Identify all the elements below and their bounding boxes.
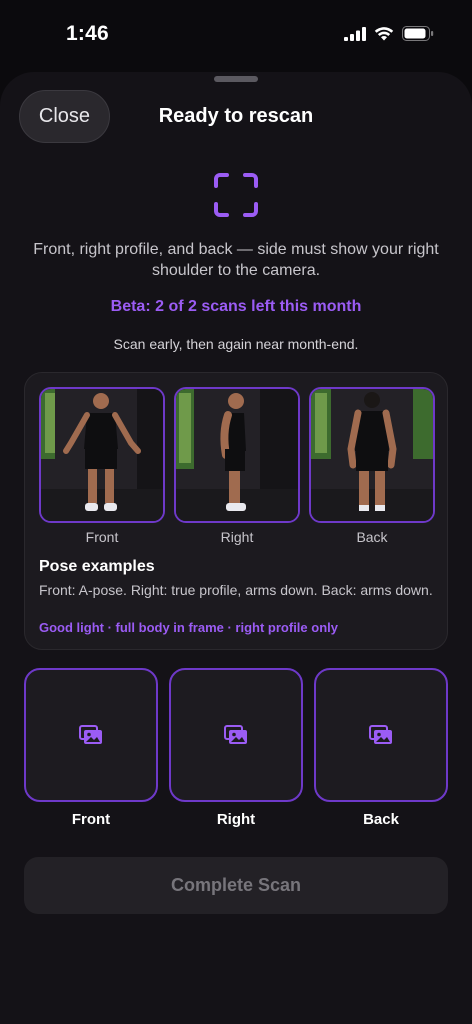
image-icon	[224, 725, 247, 744]
status-bar: 1:46	[0, 0, 472, 70]
pose-examples-text: Front: A-pose. Right: true profile, arms…	[39, 582, 433, 598]
pose-example-front-image	[39, 387, 165, 523]
sheet-grabber[interactable]	[214, 76, 258, 82]
front-photo-slot-label: Front	[71, 811, 111, 828]
wifi-icon	[374, 27, 394, 41]
status-icons	[344, 26, 434, 41]
pose-example-back-image	[309, 387, 435, 523]
pose-example-right-image	[174, 387, 300, 523]
pose-examples-tips: Good light · full body in frame · right …	[39, 620, 338, 635]
back-photo-slot-label: Back	[363, 811, 399, 828]
status-time: 1:46	[66, 22, 109, 45]
right-photo-slot-label: Right	[216, 811, 256, 828]
scan-description: Front, right profile, and back — side mu…	[33, 241, 439, 279]
image-icon	[79, 725, 102, 744]
beta-scans-remaining: Beta: 2 of 2 scans left this month	[110, 298, 362, 315]
pose-examples-title: Pose examples	[39, 558, 155, 575]
scan-timing-hint: Scan early, then again near month-end.	[113, 336, 359, 352]
cellular-signal-icon	[344, 26, 366, 41]
complete-scan-button[interactable]: Complete Scan	[24, 857, 448, 914]
scan-frame-icon	[214, 173, 258, 217]
image-icon	[369, 725, 392, 744]
right-photo-slot[interactable]	[169, 668, 303, 802]
back-photo-slot[interactable]	[314, 668, 448, 802]
sheet-title: Ready to rescan	[158, 105, 314, 127]
pose-example-back-label: Back	[356, 529, 388, 545]
pose-examples-card: Front Right Back Pose examples Front: A-…	[24, 372, 448, 650]
pose-example-right-label: Right	[220, 529, 254, 545]
rescan-sheet: Close Ready to rescan Front, right profi…	[0, 72, 472, 1024]
front-photo-slot[interactable]	[24, 668, 158, 802]
pose-example-front-label: Front	[85, 529, 119, 545]
battery-icon	[402, 26, 434, 41]
